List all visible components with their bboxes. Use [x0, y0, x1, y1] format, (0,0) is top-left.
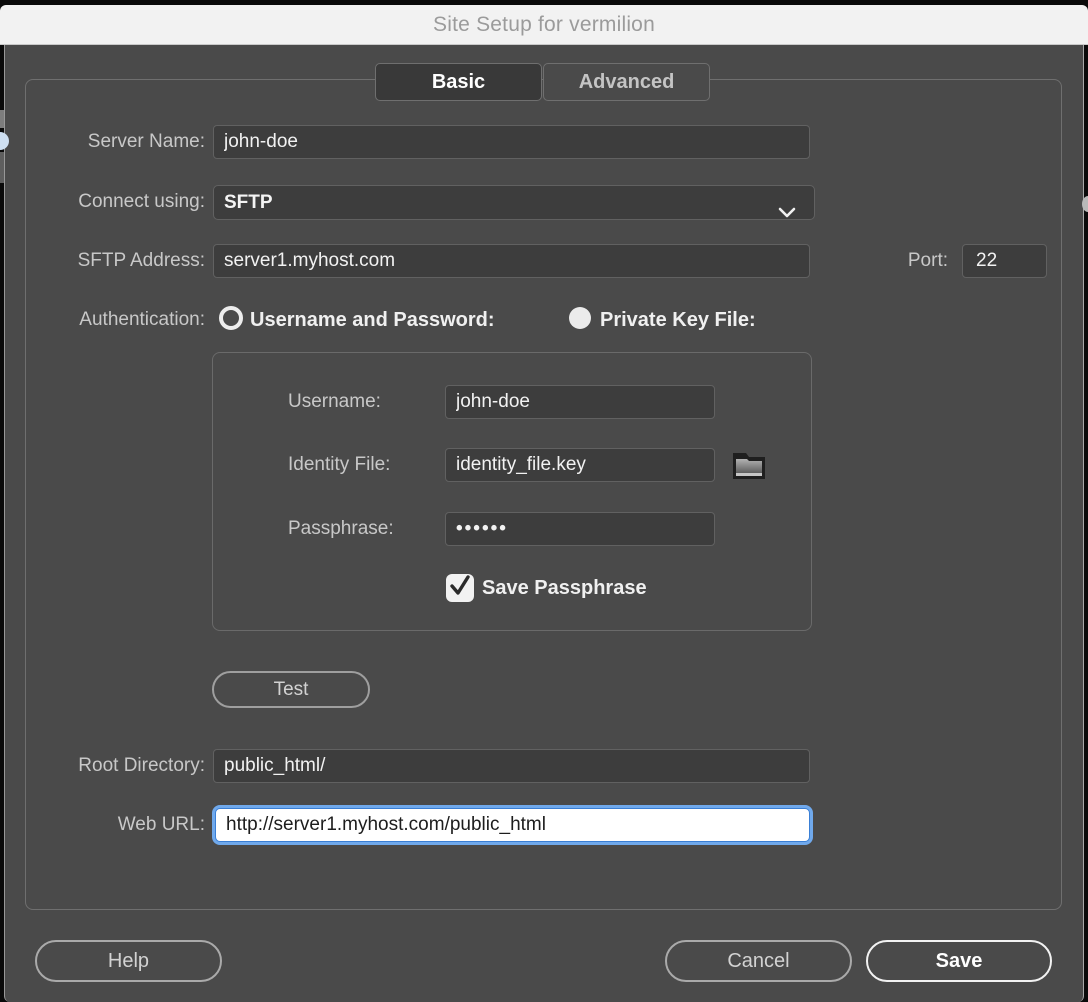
root-directory-label: Root Directory: [0, 749, 205, 783]
dialog-title: Site Setup for vermilion [0, 5, 1088, 45]
port-label: Port: [855, 244, 948, 278]
cancel-button[interactable]: Cancel [665, 940, 852, 982]
dialog-titlebar[interactable]: Site Setup for vermilion [0, 5, 1088, 45]
server-name-input[interactable] [213, 125, 810, 159]
save-button[interactable]: Save [866, 940, 1052, 982]
save-passphrase-checkbox[interactable] [446, 574, 474, 602]
folder-icon [732, 468, 766, 483]
tab-basic[interactable]: Basic [375, 63, 542, 101]
save-passphrase-label: Save Passphrase [482, 576, 647, 600]
connect-using-select[interactable]: SFTP [213, 185, 815, 220]
checkmark-icon [448, 574, 472, 603]
server-name-label: Server Name: [0, 125, 205, 159]
radio-private-key-file[interactable] [569, 307, 591, 329]
identity-file-input[interactable] [445, 448, 715, 482]
root-directory-input[interactable] [213, 749, 810, 783]
sftp-address-input[interactable] [213, 244, 810, 278]
passphrase-input[interactable] [445, 512, 715, 546]
radio-username-password[interactable] [219, 306, 243, 330]
authentication-label: Authentication: [0, 303, 205, 337]
radio-username-password-label: Username and Password: [250, 308, 495, 332]
passphrase-label: Passphrase: [288, 512, 433, 546]
web-url-input[interactable] [215, 808, 810, 842]
background-edge-fragment [1082, 196, 1088, 212]
username-input[interactable] [445, 385, 715, 419]
port-input[interactable] [962, 244, 1047, 278]
connect-using-label: Connect using: [0, 185, 205, 219]
sftp-address-label: SFTP Address: [0, 244, 205, 278]
web-url-label: Web URL: [0, 808, 205, 842]
tab-advanced[interactable]: Advanced [543, 63, 710, 101]
radio-private-key-file-label: Private Key File: [600, 308, 756, 332]
chevron-down-icon [778, 197, 796, 230]
help-button[interactable]: Help [35, 940, 222, 982]
username-label: Username: [288, 385, 433, 419]
test-button[interactable]: Test [212, 671, 370, 708]
identity-file-label: Identity File: [288, 448, 433, 482]
connect-using-value: SFTP [224, 192, 273, 213]
browse-identity-file-button[interactable] [732, 450, 766, 480]
